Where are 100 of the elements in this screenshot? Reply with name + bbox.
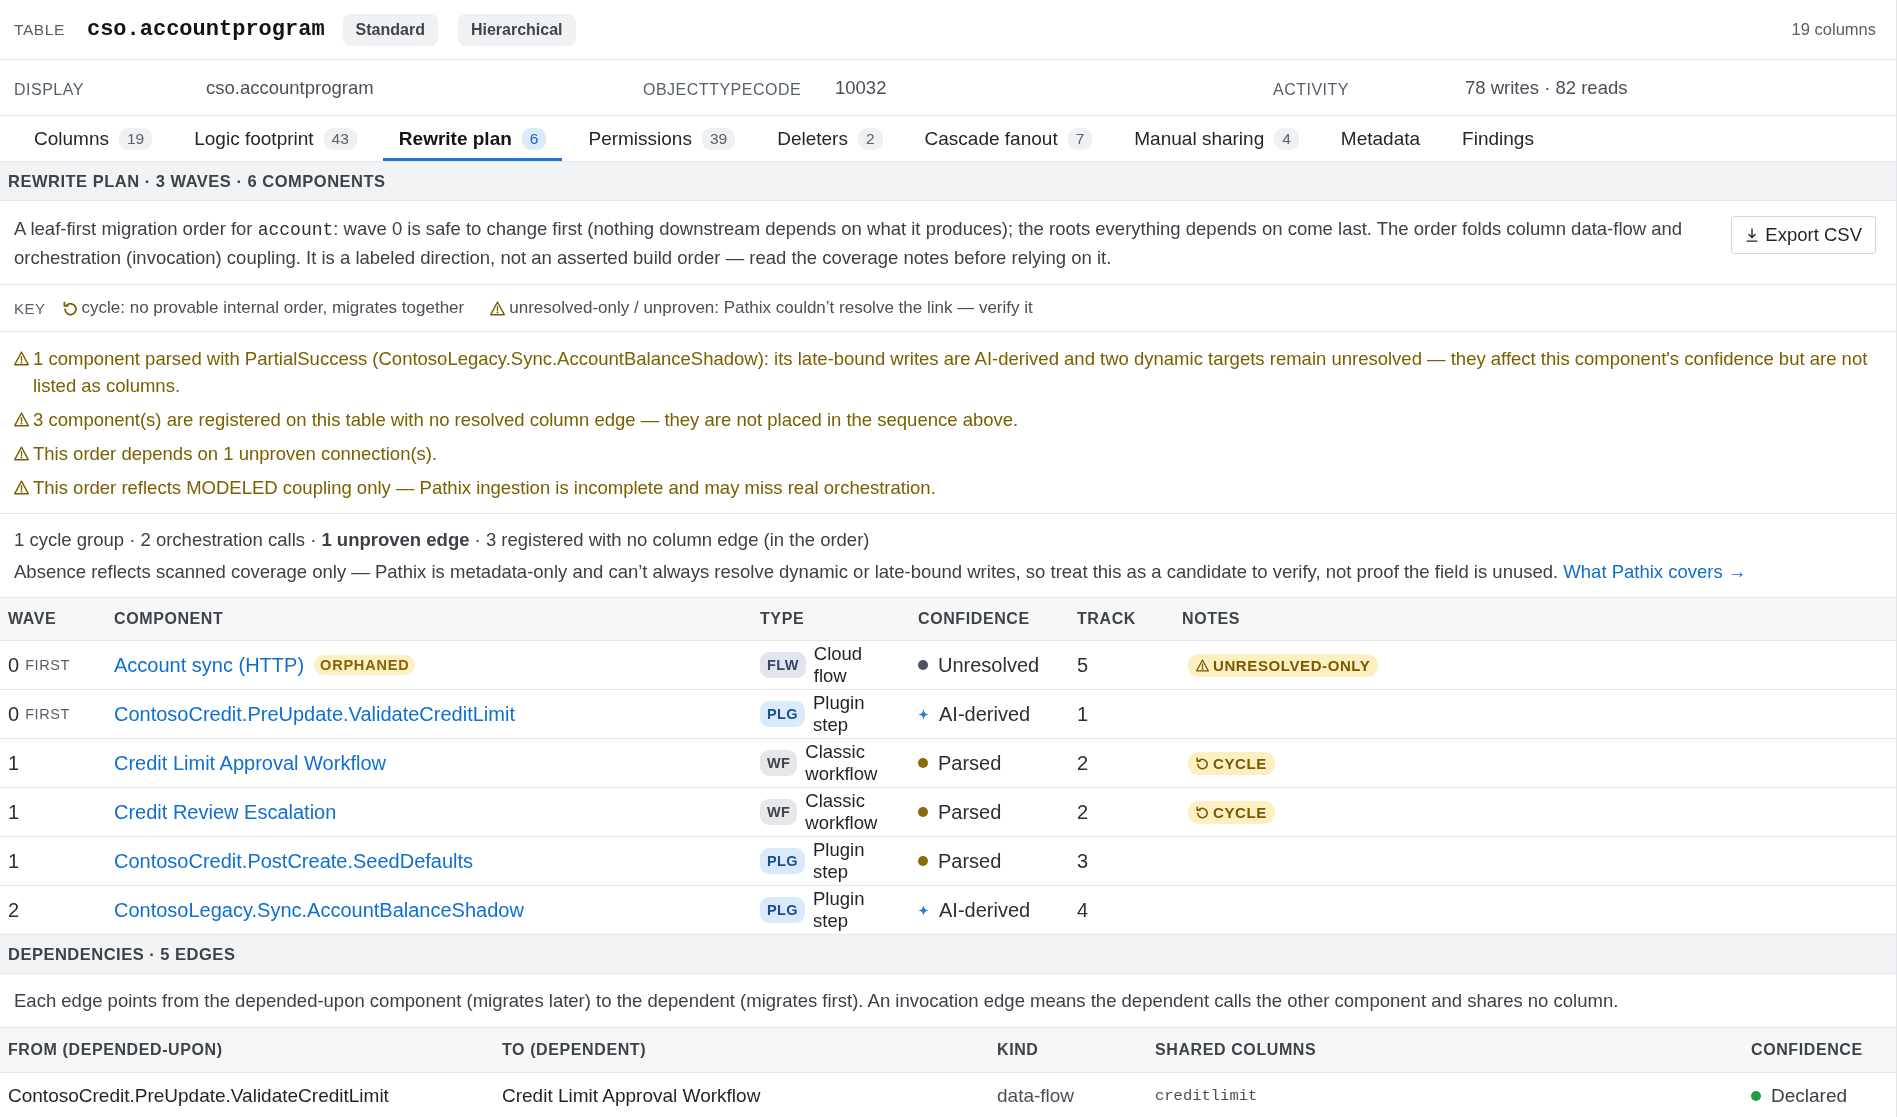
type-badge: PLG <box>760 848 805 874</box>
track-number: 2 <box>1077 751 1089 775</box>
warning-icon <box>14 351 29 366</box>
tab[interactable]: Logic footprint 43 <box>178 116 373 161</box>
meta-label: ACTIVITY <box>1273 79 1350 99</box>
type-label: Cloud flow <box>813 643 864 687</box>
wave-number: 0 <box>8 653 20 677</box>
section-heading: REWRITE PLAN · 3 WAVES · 6 COMPONENTS <box>0 162 1896 201</box>
confidence-label: Parsed <box>938 849 1002 873</box>
table-type-pill: Standard <box>342 13 438 46</box>
column-header: TO (DEPENDENT) <box>501 1041 648 1059</box>
component-link[interactable]: Credit Review Escalation <box>114 800 337 824</box>
wave-tag: FIRST <box>25 706 70 722</box>
table-type-pill: Hierarchical <box>457 13 576 46</box>
type-badge: WF <box>760 750 798 776</box>
table-cell: data-flow <box>997 1084 1075 1107</box>
type-label: Plugin step <box>813 888 866 932</box>
download-icon <box>1745 228 1760 242</box>
track-number: 2 <box>1077 800 1089 824</box>
table-cell: Credit Limit Approval Workflow <box>502 1084 761 1107</box>
tab[interactable]: Columns 19 <box>18 116 169 161</box>
table-title: cso.accountprogram <box>86 17 325 42</box>
count-badge: 19 <box>119 127 153 150</box>
type-label: Classic workflow <box>805 741 879 785</box>
status-tag: ORPHANED <box>314 655 416 675</box>
wave-number: 1 <box>8 849 20 873</box>
tab[interactable]: Manual sharing 4 <box>1118 116 1315 161</box>
type-label: Plugin step <box>813 839 866 883</box>
key-label: KEY <box>14 299 46 317</box>
note-text: CYCLE <box>1213 803 1267 821</box>
column-header: SHARED COLUMNS <box>1154 1041 1318 1059</box>
component-link[interactable]: Account sync (HTTP) <box>114 653 305 677</box>
meta-value: 78 writes · 82 reads <box>1465 76 1629 99</box>
type-badge: FLW <box>760 652 806 678</box>
column-header: TRACK <box>1076 610 1137 628</box>
cycle-icon <box>62 300 78 316</box>
table-cell: creditlimit <box>1155 1086 1258 1105</box>
component-link[interactable]: ContosoCredit.PostCreate.SeedDefaults <box>114 849 474 873</box>
count-badge: 2 <box>857 127 883 150</box>
column-header: WAVE <box>7 610 58 628</box>
export-csv-button[interactable]: Export CSV <box>1731 216 1876 254</box>
summary-text: 1 cycle group · 2 orchestration calls · 1 unproven edge · 3 registered with no column edge (in the order) <box>14 528 871 552</box>
track-number: 3 <box>1077 849 1089 873</box>
description-text: A leaf-first migration order for account: wave 0 is safe to change first (nothing downstream depends on what it produces); the roots everything depends on come last. The order folds column data-flow and orchestration (invocation) coupling. It is a labeled direction, not an asserted build order — read the coverage notes before relying on it. <box>14 217 1684 270</box>
confidence-label: Parsed <box>938 751 1002 775</box>
count-badge: 4 <box>1274 127 1299 150</box>
component-link[interactable]: Credit Limit Approval Workflow <box>114 751 386 775</box>
cycle-icon <box>1196 756 1209 770</box>
table-label: TABLE <box>14 20 65 39</box>
confidence-label: Declared <box>1771 1084 1848 1107</box>
column-header: TYPE <box>759 610 806 628</box>
note-text: CYCLE <box>1213 754 1267 772</box>
component-link[interactable]: ContosoLegacy.Sync.AccountBalanceShadow <box>114 898 524 922</box>
coverage-link[interactable]: What Pathix covers → <box>1563 561 1747 582</box>
warning-icon <box>14 480 29 495</box>
tab[interactable]: Permissions 39 <box>572 116 752 161</box>
warning-text: 1 component parsed with PartialSuccess (ContosoLegacy.Sync.AccountBalanceShadow): its late-bound writes are AI-derived and two dynamic targets remain unresolved — they affect this component's confidence but are not listed as columns. <box>33 347 1869 398</box>
count-badge: 43 <box>323 127 357 150</box>
key-text: cycle: no provable internal order, migrates together <box>81 298 465 318</box>
track-number: 4 <box>1077 898 1089 922</box>
meta-value: cso.accountprogram <box>206 76 375 99</box>
component-link[interactable]: ContosoCredit.PreUpdate.ValidateCreditLimit <box>114 702 515 726</box>
warning-icon <box>14 446 29 461</box>
warning-icon <box>14 412 29 427</box>
warning-text: This order reflects MODELED coupling only — Pathix ingestion is incomplete and may miss real orchestration. <box>33 476 937 500</box>
wave-number: 2 <box>8 898 20 922</box>
track-number: 1 <box>1077 702 1089 726</box>
warning-text: This order depends on 1 unproven connection(s). <box>33 442 439 466</box>
wave-number: 1 <box>8 800 20 824</box>
type-label: Plugin step <box>813 692 866 736</box>
count-badge: 7 <box>1067 127 1093 150</box>
note-text: UNRESOLVED-ONLY <box>1213 656 1371 674</box>
confidence-label: Parsed <box>938 800 1002 824</box>
tab[interactable]: Metadata <box>1324 116 1437 161</box>
confidence-label: AI-derived <box>939 702 1031 726</box>
type-badge: PLG <box>760 897 805 923</box>
tab[interactable]: Deleters 2 <box>761 116 899 161</box>
column-header: CONFIDENCE <box>1750 1041 1864 1059</box>
tab[interactable]: Cascade fanout 7 <box>908 116 1109 161</box>
column-header: CONFIDENCE <box>917 610 1031 628</box>
type-badge: WF <box>760 799 798 825</box>
tab[interactable]: Findings <box>1446 116 1550 161</box>
meta-label: DISPLAY <box>14 79 85 99</box>
section-heading: DEPENDENCIES · 5 EDGES <box>0 935 1896 974</box>
track-number: 5 <box>1077 653 1089 677</box>
meta-label: OBJECTTYPECODE <box>643 79 803 99</box>
warning-icon <box>490 300 506 316</box>
wave-tag: FIRST <box>25 657 70 673</box>
wave-number: 1 <box>8 751 20 775</box>
column-header: NOTES <box>1181 610 1242 628</box>
coverage-note: Absence reflects scanned coverage only — Pathix is metadata-only and can’t always resolve dynamic or late-bound writes, so treat this as a candidate to verify, not proof the field is unused. What Pathix covers → <box>14 560 1748 584</box>
column-header: FROM (DEPENDED-UPON) <box>7 1041 224 1059</box>
column-count: 19 columns <box>1791 20 1876 39</box>
column-header: KIND <box>996 1041 1040 1059</box>
warning-icon <box>1196 658 1209 672</box>
table-cell: ContosoCredit.PreUpdate.ValidateCreditLimit <box>8 1084 389 1107</box>
warning-text: 3 component(s) are registered on this table with no resolved column edge — they are not placed in the sequence above. <box>33 408 1020 432</box>
type-label: Classic workflow <box>805 790 879 834</box>
meta-value: 10032 <box>835 76 888 99</box>
count-badge: 6 <box>521 127 547 150</box>
